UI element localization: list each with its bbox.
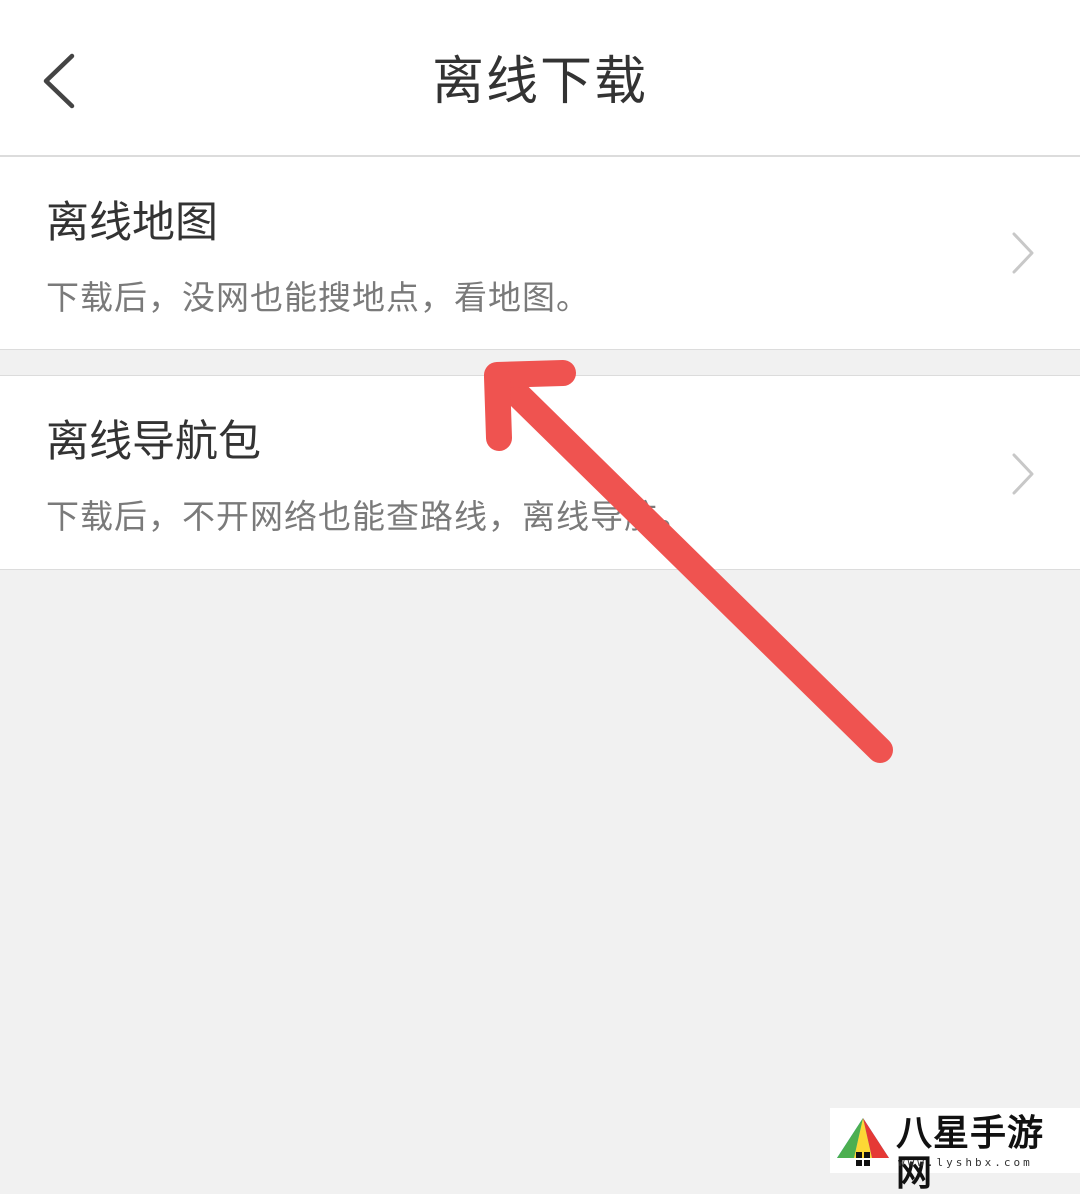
watermark-url: www.lyshbx.com (898, 1156, 1033, 1169)
list-item-offline-navigation[interactable]: 离线导航包 下载后，不开网络也能查路线，离线导航。 (0, 375, 1080, 570)
list-item-offline-map[interactable]: 离线地图 下载后，没网也能搜地点，看地图。 (0, 157, 1080, 350)
offline-navigation-description: 下载后，不开网络也能查路线，离线导航。 (46, 497, 692, 536)
top-bar: 离线下载 (0, 0, 1080, 157)
watermark: 八星手游网 www.lyshbx.com (830, 1108, 1080, 1194)
watermark-logo-icon (837, 1118, 889, 1166)
chevron-right-icon (1012, 232, 1034, 274)
offline-map-description: 下载后，没网也能搜地点，看地图。 (46, 278, 590, 317)
offline-navigation-title: 离线导航包 (46, 417, 261, 467)
watermark-text: 八星手游网 (896, 1113, 1045, 1194)
page-title: 离线下载 (431, 52, 648, 112)
chevron-right-icon (1012, 453, 1034, 495)
offline-map-title: 离线地图 (46, 198, 218, 248)
